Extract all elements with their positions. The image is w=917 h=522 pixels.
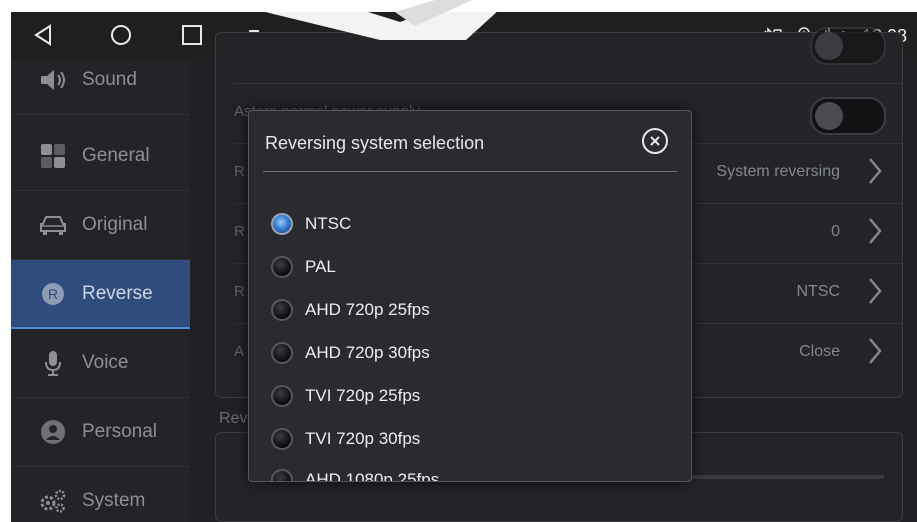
row-label: R <box>234 223 245 240</box>
toggle-switch-top[interactable] <box>810 27 886 65</box>
chevron-right-icon <box>868 217 882 249</box>
sidebar-item-label: Personal <box>82 421 157 442</box>
home-icon[interactable] <box>110 24 132 46</box>
row-value: NTSC <box>796 283 840 300</box>
option-ntsc[interactable]: NTSC <box>271 209 351 239</box>
sidebar-item-label: System <box>82 490 146 511</box>
sidebar-item-personal[interactable]: Personal <box>11 398 190 467</box>
sidebar-item-voice[interactable]: Voice <box>11 329 190 398</box>
option-ahd-720p-25[interactable]: AHD 720p 25fps <box>271 295 430 325</box>
option-label: PAL <box>305 257 336 276</box>
radio-unselected-icon[interactable] <box>271 469 293 481</box>
radio-unselected-icon[interactable] <box>271 385 293 407</box>
speaker-icon <box>38 65 68 95</box>
row-value: 0 <box>831 223 840 240</box>
microphone-icon <box>38 348 68 378</box>
chevron-right-icon <box>868 277 882 309</box>
radio-unselected-icon[interactable] <box>271 256 293 278</box>
option-label: AHD 720p 25fps <box>305 300 430 319</box>
row-value: System reversing <box>716 163 840 180</box>
power-supply-toggle[interactable] <box>810 97 886 135</box>
close-icon[interactable] <box>641 127 669 155</box>
grid-icon <box>38 141 68 171</box>
settings-sidebar: Sound General Original R Reverse Voice P… <box>11 60 190 522</box>
option-label: TVI 720p 30fps <box>305 429 421 448</box>
option-ahd-1080p-25[interactable]: AHD 1080p 25fps <box>271 465 440 482</box>
sidebar-item-original[interactable]: Original <box>11 191 190 260</box>
row-label: R <box>234 163 245 180</box>
decorative-brush-stroke <box>216 0 510 40</box>
option-ahd-720p-30[interactable]: AHD 720p 30fps <box>271 338 430 368</box>
sidebar-item-system[interactable]: System <box>11 467 190 522</box>
option-label: TVI 720p 25fps <box>305 386 421 405</box>
sidebar-item-label: Reverse <box>82 283 153 304</box>
svg-text:R: R <box>48 286 58 302</box>
sidebar-item-general[interactable]: General <box>11 122 190 191</box>
sidebar-item-label: General <box>82 145 150 166</box>
option-pal[interactable]: PAL <box>271 252 336 282</box>
car-icon <box>38 210 68 240</box>
sidebar-item-label: Voice <box>82 352 129 373</box>
reverse-r-icon: R <box>38 279 68 309</box>
recents-icon[interactable] <box>181 24 203 46</box>
reversing-system-dialog: Reversing system selection NTSC PAL AHD … <box>248 110 692 482</box>
sidebar-item-sound[interactable]: Sound <box>11 46 190 115</box>
option-tvi-720p-30[interactable]: TVI 720p 30fps <box>271 424 420 454</box>
radio-unselected-icon[interactable] <box>271 428 293 450</box>
radio-selected-icon[interactable] <box>271 213 293 235</box>
back-icon[interactable] <box>33 24 53 46</box>
chevron-right-icon <box>868 157 882 189</box>
option-tvi-720p-25[interactable]: TVI 720p 25fps <box>271 381 420 411</box>
person-icon <box>38 417 68 447</box>
radio-unselected-icon[interactable] <box>271 342 293 364</box>
chevron-right-icon <box>868 337 882 369</box>
option-label: AHD 1080p 25fps <box>305 470 440 482</box>
option-label: NTSC <box>305 214 352 233</box>
sidebar-item-label: Sound <box>82 69 137 90</box>
dialog-title: Reversing system selection <box>265 133 485 153</box>
option-label: AHD 720p 30fps <box>305 343 430 362</box>
row-label: R <box>234 283 245 300</box>
dialog-divider <box>263 171 677 172</box>
radio-unselected-icon[interactable] <box>271 299 293 321</box>
gears-icon <box>38 486 68 516</box>
device-screen: 18:08 Sound General Original R Reve <box>11 12 917 522</box>
row-value: Close <box>799 343 840 360</box>
sidebar-item-reverse[interactable]: R Reverse <box>11 260 190 329</box>
sidebar-item-label: Original <box>82 214 148 235</box>
section-label: Rev <box>219 410 248 427</box>
row-label: A <box>234 343 245 360</box>
